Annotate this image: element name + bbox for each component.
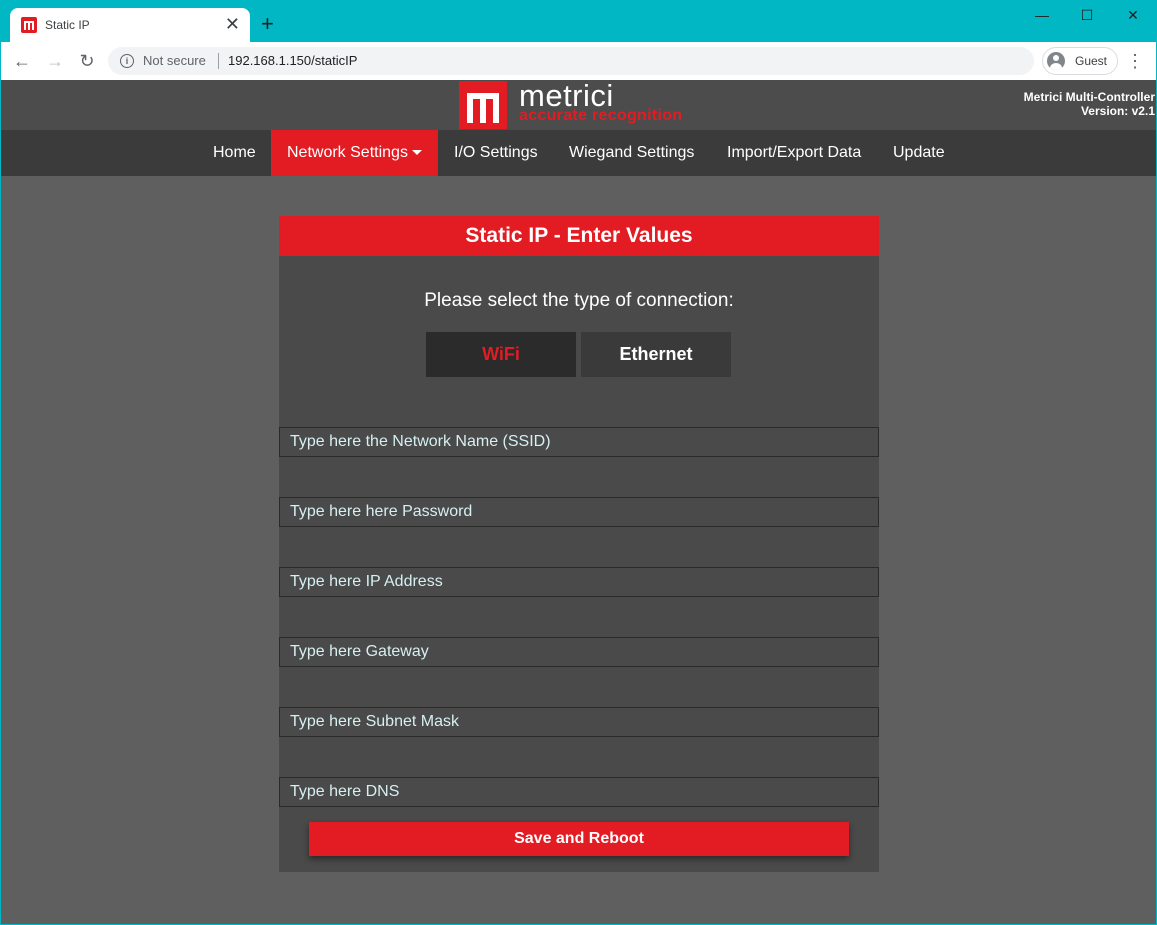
ssid-input[interactable] (279, 427, 879, 457)
tab-close-icon[interactable]: ✕ (225, 15, 240, 33)
password-input[interactable] (279, 497, 879, 527)
avatar-icon (1047, 52, 1065, 70)
nav-item-label: I/O Settings (454, 144, 538, 161)
nav-item-label: Home (213, 144, 256, 161)
back-arrow-icon[interactable]: ← (10, 50, 34, 72)
ethernet-option-button[interactable]: Ethernet (581, 332, 731, 377)
maximize-icon[interactable]: ☐ (1067, 4, 1107, 26)
nav-item-update[interactable]: Update (877, 130, 961, 176)
minimize-icon[interactable]: — (1022, 4, 1062, 26)
url-text[interactable]: 192.168.1.150/staticIP (228, 53, 357, 68)
metrici-logo-icon[interactable] (459, 81, 507, 129)
site-header: metrici accurate recognition Metrici Mul… (0, 80, 1157, 130)
profile-button[interactable]: Guest (1042, 47, 1118, 75)
nav-item-import-export[interactable]: Import/Export Data (711, 130, 877, 176)
caret-down-icon (411, 150, 422, 156)
form-title: Static IP - Enter Values (279, 216, 879, 256)
product-version: Version: v2.1 (1080, 104, 1155, 118)
url-divider (218, 53, 219, 69)
dns-input[interactable] (279, 777, 879, 807)
address-bar[interactable]: i Not secure 192.168.1.150/staticIP (108, 47, 1034, 75)
nav-item-home[interactable]: Home (197, 130, 272, 176)
wifi-option-button[interactable]: WiFi (426, 332, 576, 377)
nav-item-label: Wiegand Settings (569, 144, 695, 161)
connection-prompt: Please select the type of connection: (424, 290, 734, 311)
save-and-reboot-button[interactable]: Save and Reboot (309, 822, 849, 856)
main-navbar: Home Network Settings I/O Settings Wiega… (0, 130, 1157, 176)
metrici-favicon-icon (21, 17, 37, 33)
tab-title: Static IP (45, 18, 90, 32)
info-icon[interactable]: i (120, 54, 134, 68)
ip-address-input[interactable] (279, 567, 879, 597)
nav-item-network-settings[interactable]: Network Settings (271, 130, 438, 176)
browser-toolbar: ← → ↻ i Not secure 192.168.1.150/staticI… (0, 42, 1157, 81)
browser-menu-icon[interactable]: ⋮ (1126, 50, 1144, 72)
nav-item-label: Network Settings (287, 144, 408, 161)
browser-titlebar: Static IP ✕ + — ☐ ✕ (0, 0, 1157, 42)
nav-item-label: Update (893, 144, 945, 161)
nav-item-wiegand-settings[interactable]: Wiegand Settings (553, 130, 710, 176)
browser-tab[interactable]: Static IP ✕ (10, 8, 250, 42)
window-close-icon[interactable]: ✕ (1113, 4, 1153, 26)
subnet-mask-input[interactable] (279, 707, 879, 737)
static-ip-form: Static IP - Enter Values Please select t… (279, 216, 879, 872)
nav-item-io-settings[interactable]: I/O Settings (438, 130, 554, 176)
product-name: Metrici Multi-Controller (1023, 90, 1155, 104)
reload-icon[interactable]: ↻ (75, 50, 99, 72)
new-tab-icon[interactable]: + (261, 13, 274, 35)
logo-tagline: accurate recognition (519, 107, 683, 124)
security-status[interactable]: Not secure (143, 53, 206, 68)
forward-arrow-icon[interactable]: → (43, 50, 67, 72)
gateway-input[interactable] (279, 637, 879, 667)
nav-item-label: Import/Export Data (727, 144, 862, 161)
web-page: metrici accurate recognition Metrici Mul… (0, 80, 1157, 925)
profile-label: Guest (1075, 54, 1108, 68)
